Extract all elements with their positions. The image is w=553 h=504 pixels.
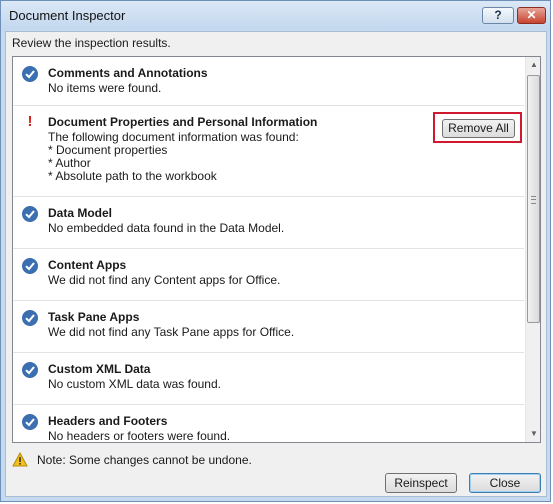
result-description: No embedded data found in the Data Model…	[48, 222, 284, 235]
result-description: No items were found.	[48, 82, 161, 95]
result-item-data-model: Data Model No embedded data found in the…	[13, 197, 524, 249]
warning-triangle-icon	[12, 452, 28, 467]
check-icon	[22, 362, 38, 378]
note-text: Note: Some changes cannot be undone.	[37, 453, 252, 467]
check-icon	[22, 206, 38, 222]
check-icon	[22, 66, 38, 82]
result-title: Task Pane Apps	[48, 310, 140, 324]
document-inspector-window: Document Inspector ? ✕ Review the inspec…	[0, 0, 551, 502]
result-title: Content Apps	[48, 258, 127, 272]
window-close-button[interactable]: ✕	[517, 7, 546, 24]
result-description: No custom XML data was found.	[48, 378, 221, 391]
results-scrollbar[interactable]: ▲ ▼	[525, 57, 540, 442]
result-description: No headers or footers were found.	[48, 430, 230, 443]
result-item-content-apps: Content Apps We did not find any Content…	[13, 249, 524, 301]
result-item-task-pane-apps: Task Pane Apps We did not find any Task …	[13, 301, 524, 353]
result-title: Headers and Footers	[48, 414, 168, 428]
result-line: * Absolute path to the workbook	[48, 169, 217, 183]
result-title: Document Properties and Personal Informa…	[48, 115, 318, 129]
result-title: Comments and Annotations	[48, 66, 208, 80]
title-bar[interactable]: Document Inspector ? ✕	[1, 1, 550, 29]
scroll-down-arrow-icon[interactable]: ▼	[526, 426, 540, 442]
result-item-document-properties: ! Document Properties and Personal Infor…	[13, 106, 524, 197]
result-item-comments: Comments and Annotations No items were f…	[13, 57, 524, 106]
check-icon	[22, 310, 38, 326]
result-item-custom-xml: Custom XML Data No custom XML data was f…	[13, 353, 524, 405]
result-item-headers-footers: Headers and Footers No headers or footer…	[13, 405, 524, 443]
close-button[interactable]: Close	[469, 473, 541, 493]
help-button[interactable]: ?	[482, 7, 514, 24]
window-title: Document Inspector	[9, 8, 126, 23]
reinspect-button[interactable]: Reinspect	[385, 473, 457, 493]
result-description: The following document information was f…	[48, 131, 299, 183]
remove-all-button[interactable]: Remove All	[442, 119, 515, 138]
result-line: No headers or footers were found.	[48, 429, 231, 443]
results-panel: Comments and Annotations No items were f…	[12, 56, 541, 443]
result-title: Data Model	[48, 206, 113, 220]
dialog-body: Review the inspection results. Comments …	[5, 31, 547, 497]
result-line: No embedded data found in the Data Model…	[48, 221, 285, 235]
review-instructions: Review the inspection results.	[12, 36, 171, 50]
result-line: We did not find any Content apps for Off…	[48, 273, 281, 287]
result-line: No custom XML data was found.	[48, 377, 221, 391]
result-description: We did not find any Task Pane apps for O…	[48, 326, 294, 339]
check-icon	[22, 414, 38, 430]
exclamation-icon: !	[27, 113, 33, 130]
check-icon	[22, 258, 38, 274]
result-description: We did not find any Content apps for Off…	[48, 274, 280, 287]
result-line: We did not find any Task Pane apps for O…	[48, 325, 295, 339]
grip-icon	[531, 196, 536, 204]
scroll-thumb[interactable]	[527, 75, 540, 323]
results-list: Comments and Annotations No items were f…	[13, 57, 524, 443]
result-line: No items were found.	[48, 81, 162, 95]
result-title: Custom XML Data	[48, 362, 151, 376]
scroll-up-arrow-icon[interactable]: ▲	[526, 57, 540, 73]
